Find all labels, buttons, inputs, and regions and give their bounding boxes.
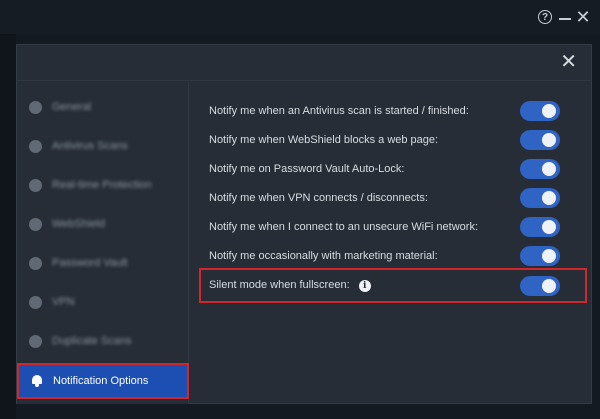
sidebar-item-antivirus-scans[interactable]: Antivirus Scans xyxy=(17,128,189,164)
sidebar-item-label: Duplicate Scans xyxy=(52,335,132,347)
question-circle-icon: ? xyxy=(538,10,552,24)
setting-row: Notify me when WebShield blocks a web pa… xyxy=(190,125,592,154)
marketing-material-toggle[interactable] xyxy=(520,245,560,266)
sidebar-item-general[interactable]: General xyxy=(17,89,189,125)
sidebar-item-label: Antivirus Scans xyxy=(52,140,128,152)
sidebar-item-label: WebShield xyxy=(52,218,105,230)
vault-icon xyxy=(29,256,42,270)
silent-mode-toggle[interactable] xyxy=(520,275,560,296)
setting-row: Notify me when VPN connects / disconnect… xyxy=(190,183,592,212)
sidebar-item-password-vault[interactable]: Password Vault xyxy=(17,245,189,281)
close-icon: ✕ xyxy=(560,51,577,73)
shield-icon xyxy=(29,178,42,192)
sidebar-item-duplicate-scans[interactable]: Duplicate Scans xyxy=(17,323,189,359)
sidebar-item-real-time-protection[interactable]: Real-time Protection xyxy=(17,167,189,203)
duplicate-icon xyxy=(29,334,42,348)
settings-dialog: ✕ General Antivirus Scans Real-time Prot… xyxy=(16,44,592,404)
toggle-knob xyxy=(542,132,556,147)
toggle-knob xyxy=(542,161,556,176)
setting-label: Notify me on Password Vault Auto-Lock: xyxy=(209,162,405,175)
toggle-knob xyxy=(542,103,556,118)
sidebar-item-label: Notification Options xyxy=(53,375,149,387)
setting-row: Notify me when I connect to an unsecure … xyxy=(190,212,592,241)
app-title-bar xyxy=(0,0,600,34)
toggle-knob xyxy=(542,278,556,293)
setting-row: Notify me on Password Vault Auto-Lock: xyxy=(190,154,592,183)
setting-label: Notify me when I connect to an unsecure … xyxy=(209,220,479,233)
setting-label: Notify me when an Antivirus scan is star… xyxy=(209,104,469,117)
notification-settings-panel: Notify me when an Antivirus scan is star… xyxy=(190,82,592,404)
setting-label: Notify me when VPN connects / disconnect… xyxy=(209,191,428,204)
sidebar-item-webshield[interactable]: WebShield xyxy=(17,206,189,242)
sidebar-item-label: Real-time Protection xyxy=(52,179,152,191)
toggle-knob xyxy=(542,190,556,205)
antivirus-scan-toggle[interactable] xyxy=(520,100,560,121)
toggle-knob xyxy=(542,248,556,263)
setting-label: Notify me occasionally with marketing ma… xyxy=(209,249,438,262)
webshield-icon xyxy=(29,217,42,231)
unsecure-wifi-toggle[interactable] xyxy=(520,216,560,237)
setting-label: Silent mode when fullscreen: xyxy=(209,279,350,292)
settings-sidebar: General Antivirus Scans Real-time Protec… xyxy=(17,82,189,404)
bell-icon xyxy=(31,375,43,387)
sidebar-item-label: General xyxy=(52,101,92,113)
setting-row: Notify me when an Antivirus scan is star… xyxy=(190,96,592,125)
dialog-close-button[interactable]: ✕ xyxy=(560,51,577,73)
vpn-connect-toggle[interactable] xyxy=(520,187,560,208)
vpn-icon xyxy=(29,295,42,309)
toggle-knob xyxy=(542,219,556,234)
general-icon xyxy=(29,100,42,114)
sidebar-item-label: Password Vault xyxy=(52,257,128,269)
help-button[interactable]: ? xyxy=(536,8,554,26)
setting-row: Notify me occasionally with marketing ma… xyxy=(190,241,592,270)
sidebar-item-vpn[interactable]: VPN xyxy=(17,284,189,320)
antivirus-icon xyxy=(29,139,42,153)
minimize-button[interactable] xyxy=(556,8,574,26)
setting-row-silent-mode: Silent mode when fullscreen: i xyxy=(190,271,592,300)
sidebar-item-label: VPN xyxy=(52,296,75,308)
close-icon: ✕ xyxy=(575,6,591,27)
background-panel xyxy=(0,34,16,419)
app-close-button[interactable]: ✕ xyxy=(574,6,592,27)
password-vault-autolock-toggle[interactable] xyxy=(520,158,560,179)
dialog-header: ✕ xyxy=(17,45,591,81)
webshield-block-toggle[interactable] xyxy=(520,129,560,150)
minimize-icon xyxy=(559,18,571,20)
setting-label: Notify me when WebShield blocks a web pa… xyxy=(209,133,439,146)
sidebar-item-notification-options[interactable]: Notification Options xyxy=(17,363,189,399)
info-icon[interactable]: i xyxy=(358,279,371,292)
setting-label-silent-mode: Silent mode when fullscreen: i xyxy=(209,279,371,292)
